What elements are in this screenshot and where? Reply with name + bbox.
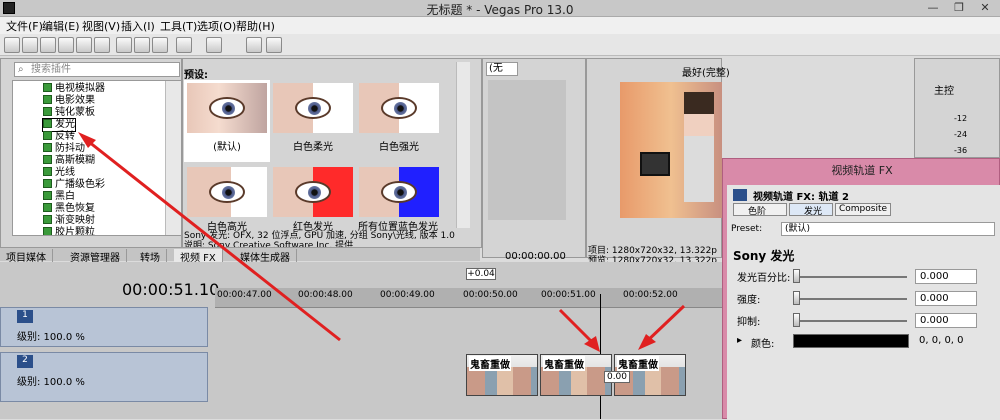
fx-window-body: 视频轨道 FX: 轨道 2 色阶 发光 Composite Preset: (默… xyxy=(727,185,1000,420)
param-label: 抑制: xyxy=(737,317,761,328)
intensity-slider[interactable] xyxy=(797,298,907,300)
param-value[interactable]: 0.000 xyxy=(915,269,977,284)
param-label: 强度: xyxy=(737,295,761,306)
color-value: 0, 0, 0, 0 xyxy=(919,335,964,346)
video-track-fx-window: 视频轨道 FX 视频轨道 FX: 轨道 2 色阶 发光 Composite Pr… xyxy=(722,158,1000,420)
slider-knob[interactable] xyxy=(793,269,800,283)
preset-dropdown[interactable]: (默认) xyxy=(781,222,995,236)
plugin-name: Sony 发光 xyxy=(733,249,795,263)
preset-label: Preset: xyxy=(731,224,763,234)
fx-track-label: 视频轨道 FX: 轨道 2 xyxy=(753,192,849,203)
param-value[interactable]: 0.000 xyxy=(915,313,977,328)
param-value[interactable]: 0.000 xyxy=(915,291,977,306)
fx-chain-levels[interactable]: 色阶 xyxy=(733,203,787,217)
color-swatch[interactable] xyxy=(793,334,909,348)
suppression-slider[interactable] xyxy=(797,320,907,322)
track-badge xyxy=(733,189,747,201)
glow-percent-slider[interactable] xyxy=(797,276,907,278)
fx-window-title: 视频轨道 FX xyxy=(831,164,893,177)
slider-knob[interactable] xyxy=(793,291,800,305)
color-label: 颜色: xyxy=(751,339,775,350)
expand-icon[interactable]: ▸ xyxy=(737,335,742,346)
fx-chain-composite[interactable]: Composite xyxy=(835,203,891,216)
slider-knob[interactable] xyxy=(793,313,800,327)
param-label: 发光百分比: xyxy=(737,273,791,284)
fx-chain-glow[interactable]: 发光 xyxy=(789,203,833,217)
